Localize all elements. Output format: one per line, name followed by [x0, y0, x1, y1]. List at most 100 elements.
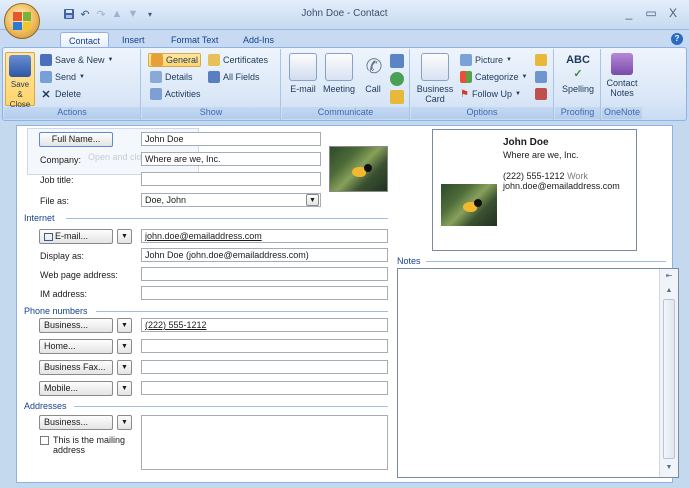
delete-button[interactable]: ✕ Delete: [40, 87, 81, 101]
minimize-button[interactable]: _: [618, 6, 640, 22]
categorize-button[interactable]: Categorize ▼: [460, 70, 527, 84]
card-company: Where are we, Inc.: [503, 150, 579, 160]
home-phone-dropdown[interactable]: ▼: [117, 339, 132, 354]
general-label: General: [166, 55, 199, 65]
left-margin: [2, 125, 16, 483]
general-button[interactable]: General: [148, 53, 202, 67]
job-title-field[interactable]: [141, 172, 321, 186]
mobile-phone-button[interactable]: Mobile...: [39, 381, 113, 396]
card-phone: (222) 555-1212 Work: [503, 171, 588, 181]
window-title: John Doe - Contact: [301, 8, 388, 19]
web-page-field[interactable]: [141, 267, 388, 281]
address-icon[interactable]: [535, 71, 547, 83]
file-as-dropdown-icon[interactable]: ▼: [306, 194, 319, 206]
business-fax-field[interactable]: [141, 360, 388, 374]
onenote-icon: [611, 53, 633, 75]
maximize-button[interactable]: ▭: [640, 6, 662, 22]
all-fields-button[interactable]: All Fields: [208, 70, 260, 84]
scroll-down-icon[interactable]: ▼: [663, 464, 675, 474]
business-phone-button[interactable]: Business...: [39, 318, 113, 333]
delete-label: Delete: [55, 89, 82, 99]
spelling-icon: ABC ✓: [566, 54, 590, 80]
business-address-button[interactable]: Business...: [39, 415, 113, 430]
tab-contact[interactable]: Contact: [60, 32, 110, 48]
office-logo-icon: [13, 12, 31, 30]
group-label-onenote: OneNote: [602, 107, 642, 119]
business-fax-dropdown[interactable]: ▼: [117, 360, 132, 375]
address-dropdown[interactable]: ▼: [117, 415, 132, 430]
contact-photo[interactable]: [329, 146, 388, 192]
help-icon[interactable]: ?: [671, 33, 683, 45]
contact-notes-button[interactable]: Contact Notes: [604, 53, 640, 98]
business-fax-button[interactable]: Business Fax...: [39, 360, 113, 375]
details-label: Details: [165, 72, 193, 82]
tab-add-ins[interactable]: Add-Ins: [235, 32, 282, 48]
address-book-icon[interactable]: [390, 54, 404, 68]
business-phone-field[interactable]: (222) 555-1212: [141, 318, 388, 332]
send-label: Send: [55, 72, 77, 82]
im-address-field[interactable]: [141, 286, 388, 300]
notes-scrollbar[interactable]: ⇤ ▲ ▼: [659, 269, 678, 477]
picture-label: Picture: [475, 55, 504, 65]
close-button[interactable]: X: [662, 6, 684, 22]
card-phone-number: (222) 555-1212: [503, 171, 565, 181]
save-new-button[interactable]: Save & New ▼: [40, 53, 113, 67]
private-icon[interactable]: [535, 88, 547, 100]
tab-format-text[interactable]: Format Text: [163, 32, 226, 48]
business-card-icon: [421, 53, 449, 81]
meeting-button[interactable]: Meeting: [320, 53, 358, 94]
internet-divider: [66, 218, 388, 219]
card-name: John Doe: [503, 137, 549, 148]
card-photo: [441, 184, 497, 226]
web-page-icon[interactable]: [390, 72, 404, 86]
card-phone-type: Work: [567, 171, 588, 181]
all-fields-icon: [208, 71, 220, 83]
save-close-button[interactable]: Save & Close: [5, 52, 35, 109]
email-field[interactable]: john.doe@emailaddress.com: [141, 229, 388, 243]
picture-icon: [460, 54, 472, 66]
email-ribbon-button[interactable]: E-mail: [286, 53, 320, 94]
company-field[interactable]: Where are we, Inc.: [141, 152, 321, 166]
mailing-address-checkbox[interactable]: [40, 436, 49, 445]
notes-textarea[interactable]: [397, 268, 679, 478]
home-phone-button[interactable]: Home...: [39, 339, 113, 354]
email-button-label: E-mail...: [55, 231, 89, 241]
send-button[interactable]: Send ▼: [40, 70, 85, 84]
tab-insert[interactable]: Insert: [114, 32, 153, 48]
scroll-thumb[interactable]: [663, 299, 675, 459]
full-name-button[interactable]: Full Name...: [39, 132, 113, 147]
home-phone-field[interactable]: [141, 339, 388, 353]
meeting-icon: [325, 53, 353, 81]
mobile-phone-field[interactable]: [141, 381, 388, 395]
email-button[interactable]: E-mail...: [39, 229, 113, 244]
web-page-label: Web page address:: [40, 270, 118, 280]
business-phone-dropdown[interactable]: ▼: [117, 318, 132, 333]
save-close-label: Save & Close: [9, 80, 31, 109]
save-close-icon: [9, 55, 31, 77]
spelling-button[interactable]: ABC ✓ Spelling: [557, 53, 599, 94]
activities-label: Activities: [165, 89, 201, 99]
addresses-section-label: Addresses: [24, 401, 67, 411]
full-name-field[interactable]: John Doe: [141, 132, 321, 146]
lock-icon[interactable]: [535, 54, 547, 66]
address-field[interactable]: [141, 415, 388, 470]
activities-button[interactable]: Activities: [150, 87, 201, 101]
notes-section-label: Notes: [397, 256, 421, 266]
mobile-phone-dropdown[interactable]: ▼: [117, 381, 132, 396]
group-label-communicate: Communicate: [282, 107, 409, 119]
details-button[interactable]: Details: [150, 70, 193, 84]
display-as-field[interactable]: John Doe (john.doe@emailaddress.com): [141, 248, 388, 262]
map-icon[interactable]: [390, 90, 404, 104]
file-as-select[interactable]: Doe, John: [141, 193, 321, 207]
email-dropdown-button[interactable]: ▼: [117, 229, 132, 244]
certificates-button[interactable]: Certificates: [208, 53, 268, 67]
office-button[interactable]: [4, 3, 40, 39]
business-card-button[interactable]: Business Card: [414, 53, 456, 104]
email-ribbon-label: E-mail: [290, 84, 316, 94]
follow-up-button[interactable]: ⚑ Follow Up ▼: [460, 87, 521, 101]
addresses-divider: [74, 406, 388, 407]
picture-button[interactable]: Picture ▼: [460, 53, 512, 67]
scroll-top-icon[interactable]: ⇤: [663, 271, 675, 283]
call-button[interactable]: ✆ Call: [360, 53, 386, 94]
scroll-up-icon[interactable]: ▲: [663, 287, 675, 297]
